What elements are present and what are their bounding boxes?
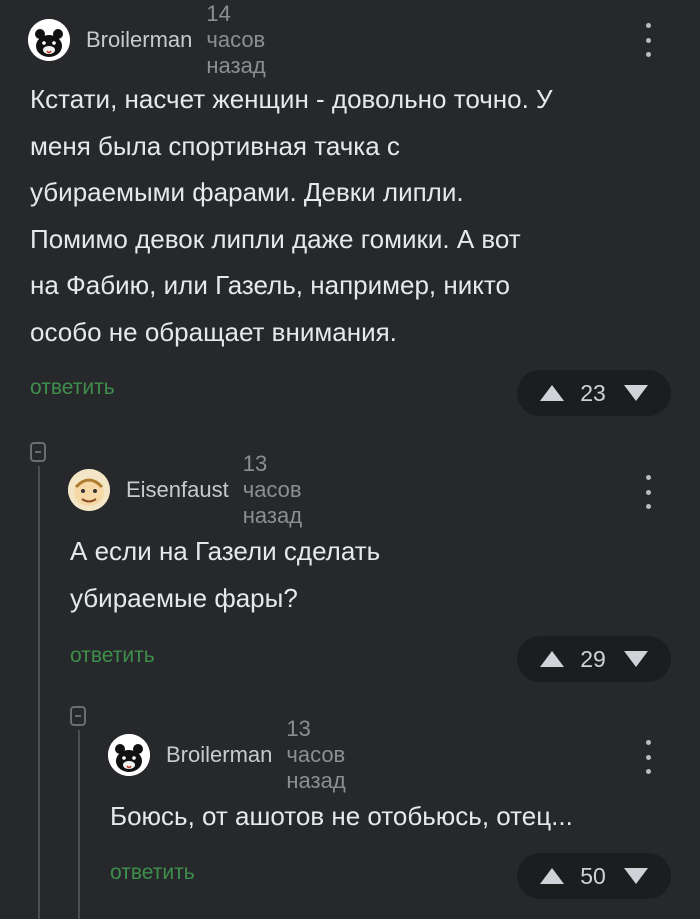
reply-button[interactable]: ответить xyxy=(30,376,115,400)
upvote-arrow-icon[interactable] xyxy=(540,651,565,667)
downvote-arrow-icon[interactable] xyxy=(623,651,648,667)
comment-text: А если на Газели сделать убираемые фары? xyxy=(70,528,380,621)
rating-count: 23 xyxy=(580,379,606,406)
more-options-icon[interactable] xyxy=(638,472,658,512)
more-options-icon[interactable] xyxy=(638,737,658,777)
thread-line-level-2 xyxy=(78,730,80,919)
comment-text-line: особо не обращает внимания. xyxy=(30,316,397,347)
comment-text: Боюсь, от ашотов не отобьюсь, отец... xyxy=(110,793,573,840)
vote-widget: 50 xyxy=(517,853,671,899)
comment-time: 13 часов назад xyxy=(286,716,346,793)
comment-text-line: Помимо девок липли даже гомики. А вот xyxy=(30,223,521,254)
collapse-thread-button[interactable] xyxy=(30,442,46,462)
cartoon-face-avatar-icon[interactable] xyxy=(68,469,110,511)
comment-text-line: Боюсь, от ашотов не отобьюсь, отец... xyxy=(110,801,573,831)
thread-line-level-1 xyxy=(38,466,40,919)
comment-text: Кстати, насчет женщин - довольно точно. … xyxy=(30,76,553,355)
comment-header: Eisenfaust 13 часов назад xyxy=(68,451,302,528)
comment-header: Broilerman 13 часов назад xyxy=(108,716,346,793)
comment-author[interactable]: Eisenfaust xyxy=(126,477,229,503)
comment-time: 14 часов назад xyxy=(206,1,266,78)
downvote-arrow-icon[interactable] xyxy=(623,868,648,884)
comment-text-line: А если на Газели сделать xyxy=(70,536,381,566)
vote-widget: 29 xyxy=(517,636,671,682)
bear-avatar-icon[interactable] xyxy=(108,734,150,776)
comment-text-line: на Фабию, или Газель, например, никто xyxy=(30,270,510,300)
downvote-arrow-icon[interactable] xyxy=(623,385,648,401)
rating-count: 50 xyxy=(580,862,606,889)
comment-text-line: убираемые фары? xyxy=(70,582,298,613)
comment-text-line: меня была спортивная тачка с xyxy=(30,130,400,161)
upvote-arrow-icon[interactable] xyxy=(540,868,565,884)
more-options-icon[interactable] xyxy=(638,20,658,60)
rating-count: 29 xyxy=(580,645,606,672)
comment-time: 13 часов назад xyxy=(242,451,303,528)
reply-button[interactable]: ответить xyxy=(70,644,155,668)
upvote-arrow-icon[interactable] xyxy=(540,385,565,401)
comment-author[interactable]: Broilerman xyxy=(86,27,192,53)
collapse-thread-button[interactable] xyxy=(70,706,86,726)
comment-author[interactable]: Broilerman xyxy=(166,742,272,768)
comment-header: Broilerman 14 часов назад xyxy=(28,1,266,78)
reply-button[interactable]: ответить xyxy=(110,861,195,885)
vote-widget: 23 xyxy=(517,370,671,416)
comment-text-line: убираемыми фарами. Девки липли. xyxy=(30,177,464,207)
comment-text-line: Кстати, насчет женщин - довольно точно. … xyxy=(30,84,553,114)
bear-avatar-icon[interactable] xyxy=(28,19,70,61)
